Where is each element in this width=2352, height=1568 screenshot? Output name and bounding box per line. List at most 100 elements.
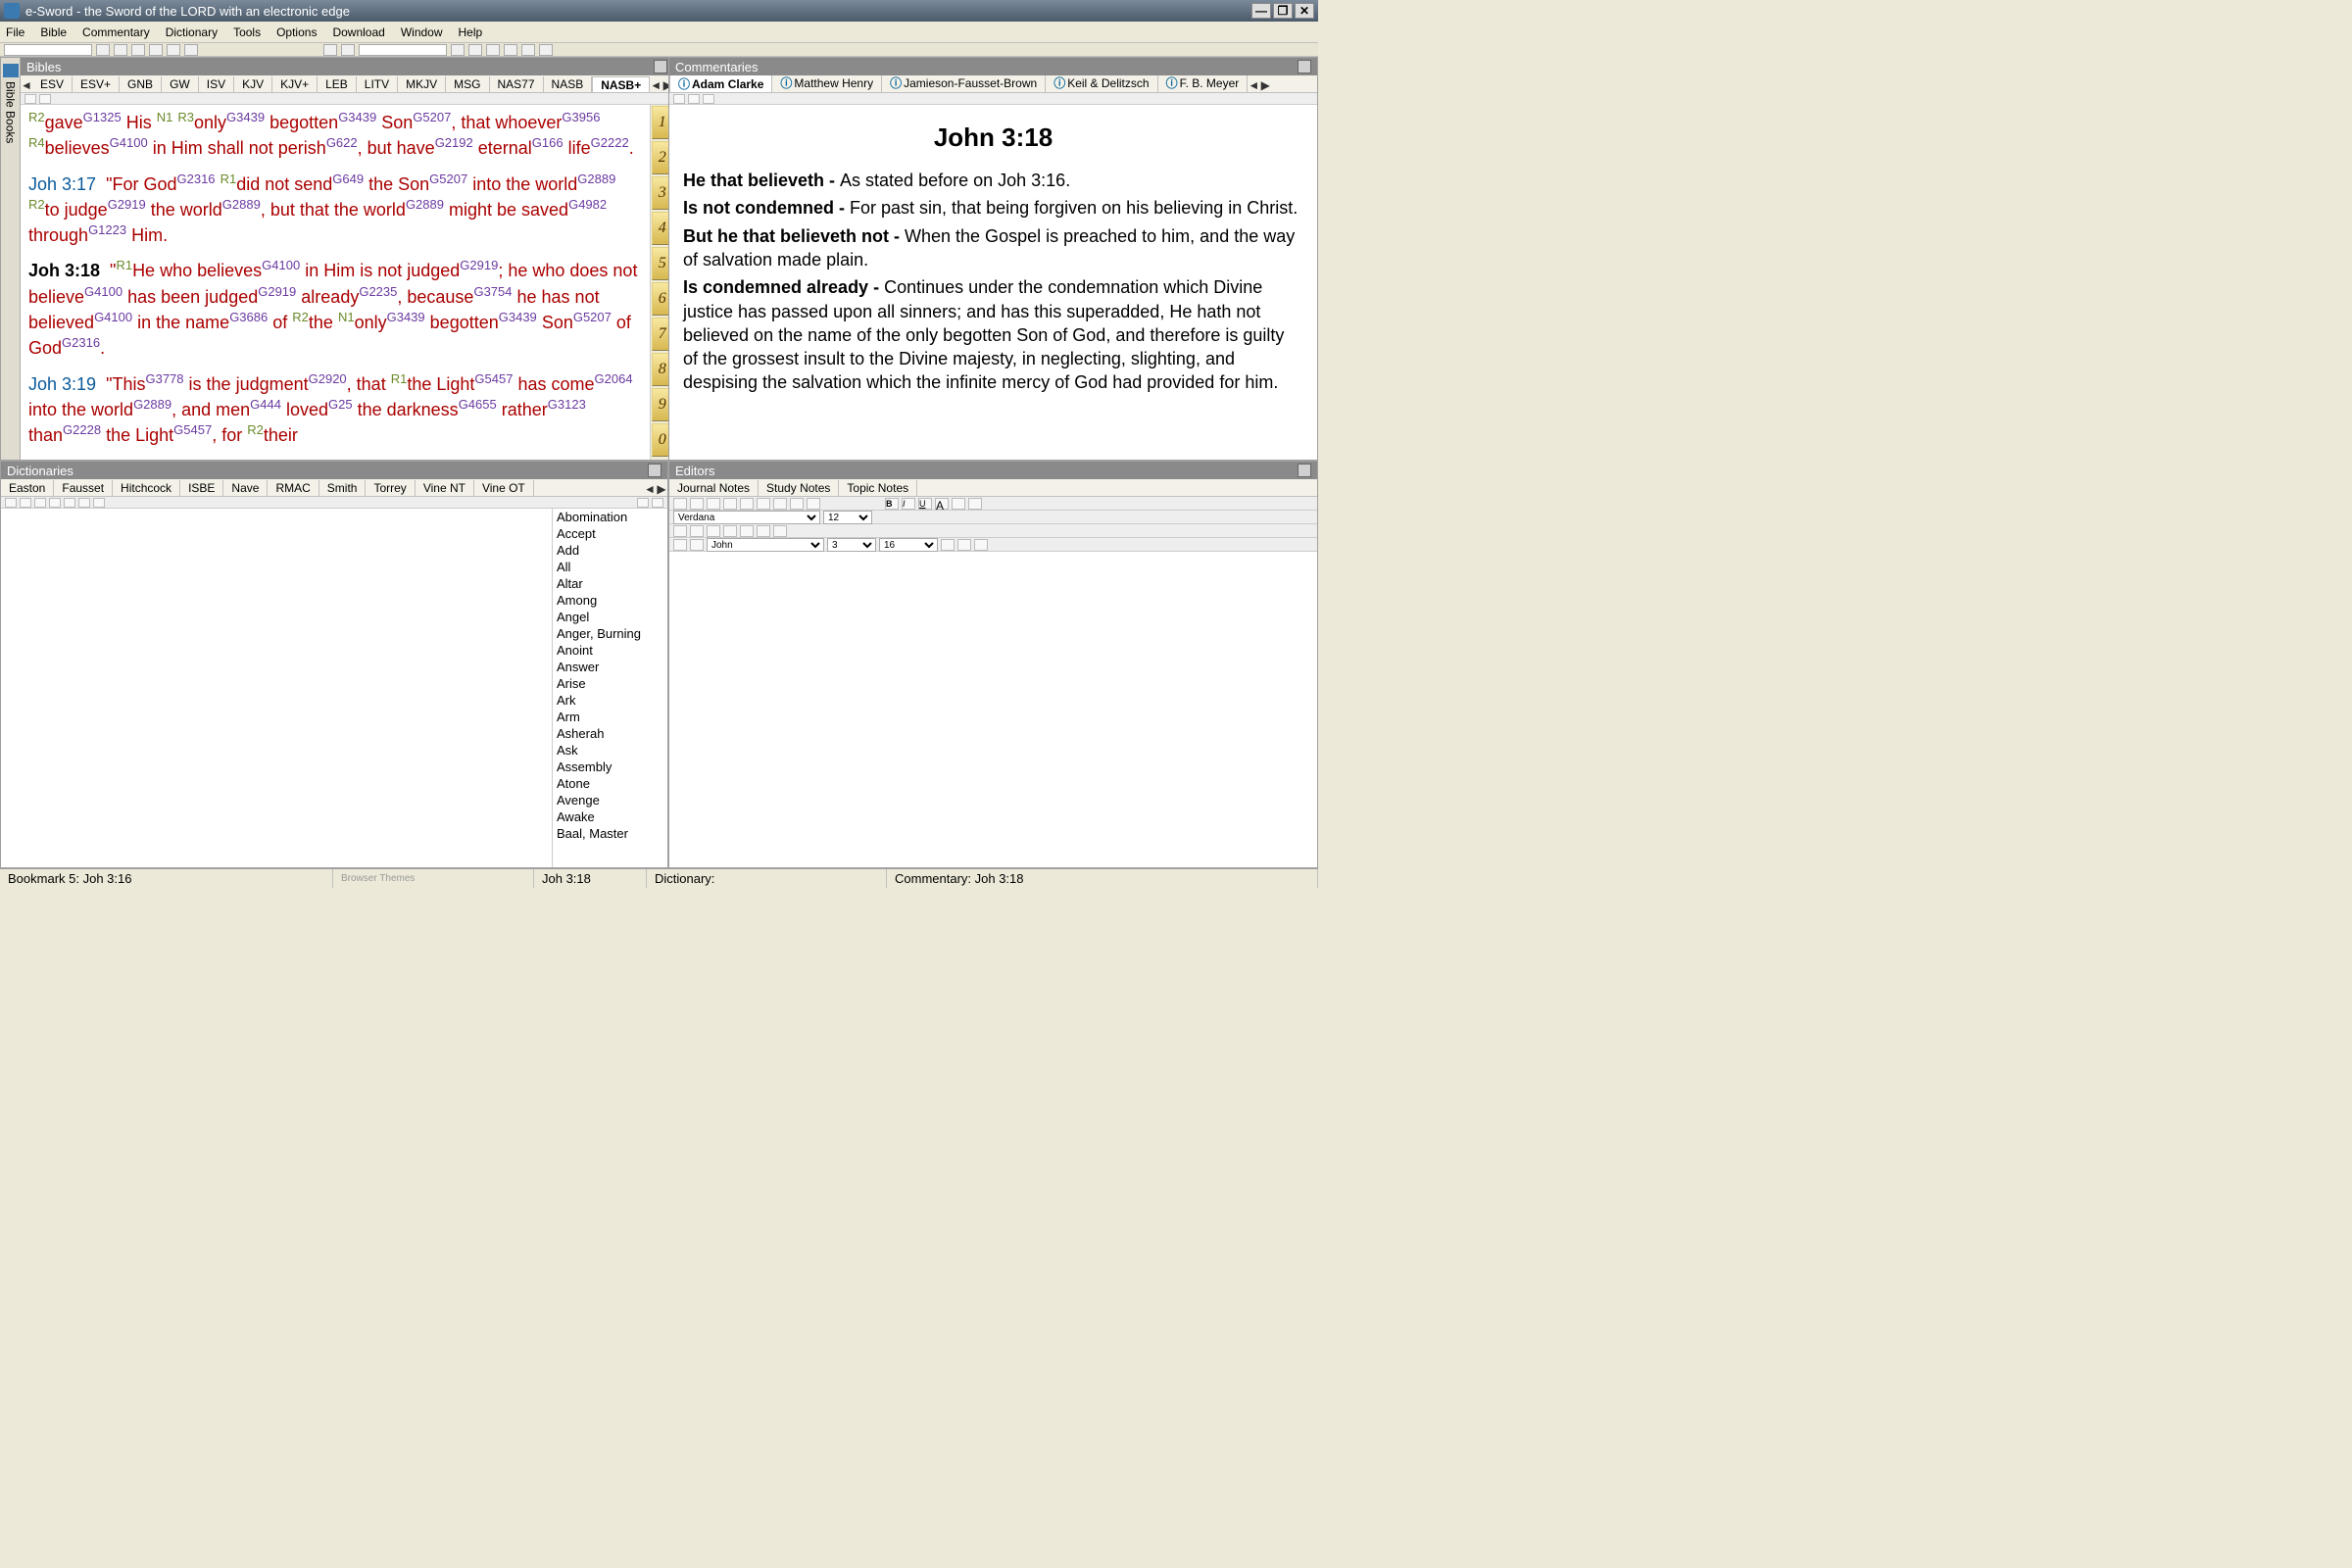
editor-tab[interactable]: Journal Notes xyxy=(669,480,759,496)
dictionary-tab[interactable]: Fausset xyxy=(54,480,113,496)
indent-icon[interactable] xyxy=(773,525,787,537)
tool-icon[interactable] xyxy=(807,498,820,510)
toolbar-reference-combo[interactable] xyxy=(4,44,92,56)
dictionary-tab[interactable]: Vine OT xyxy=(474,480,534,496)
tool-icon[interactable] xyxy=(24,94,36,104)
tool-icon[interactable] xyxy=(723,498,737,510)
pin-icon[interactable] xyxy=(1298,464,1311,477)
search-icon[interactable] xyxy=(957,539,971,551)
tool-icon[interactable] xyxy=(78,498,90,508)
bible-tab-kjv[interactable]: KJV xyxy=(234,76,272,92)
tool-icon[interactable] xyxy=(167,44,180,56)
bible-tab-gw[interactable]: GW xyxy=(162,76,199,92)
underline-icon[interactable]: U xyxy=(918,498,932,510)
tab-scroll-left-icon[interactable]: ◄ xyxy=(644,482,656,496)
tool-icon[interactable] xyxy=(34,498,46,508)
bullets-icon[interactable] xyxy=(723,525,737,537)
dictionary-word-item[interactable]: Among xyxy=(553,592,667,609)
tool-icon[interactable] xyxy=(757,498,770,510)
tool-icon[interactable] xyxy=(341,44,355,56)
commentary-tab[interactable]: ⓘAdam Clarke xyxy=(669,75,772,93)
bible-books-sidetab[interactable]: Bible Books xyxy=(1,58,21,460)
numbering-icon[interactable] xyxy=(740,525,754,537)
dictionary-tab[interactable]: Nave xyxy=(223,480,268,496)
editor-tab[interactable]: Study Notes xyxy=(759,480,839,496)
font-size-select[interactable]: 12 xyxy=(823,511,872,524)
tool-icon[interactable] xyxy=(941,539,955,551)
nav-last-icon[interactable] xyxy=(149,44,163,56)
bible-tab-nasbplus[interactable]: NASB+ xyxy=(592,76,650,93)
bible-tab-kjvplus[interactable]: KJV+ xyxy=(272,76,318,92)
bible-tab-nasb[interactable]: NASB xyxy=(544,76,593,92)
menu-commentary[interactable]: Commentary xyxy=(82,25,150,39)
tool-icon[interactable] xyxy=(521,44,535,56)
dictionary-word-item[interactable]: Abomination xyxy=(553,509,667,525)
commentary-tab[interactable]: ⓘMatthew Henry xyxy=(772,75,882,92)
dictionary-tab[interactable]: Hitchcock xyxy=(113,480,180,496)
dictionary-word-item[interactable]: Avenge xyxy=(553,792,667,808)
tool-icon[interactable] xyxy=(673,498,687,510)
tab-scroll-left-icon[interactable]: ◄ xyxy=(1248,78,1259,92)
tool-icon[interactable] xyxy=(539,44,553,56)
tool-icon[interactable] xyxy=(39,94,51,104)
menu-dictionary[interactable]: Dictionary xyxy=(166,25,218,39)
nav-first-icon[interactable] xyxy=(96,44,110,56)
tool-icon[interactable] xyxy=(703,94,714,104)
dictionary-word-item[interactable]: Arise xyxy=(553,675,667,692)
dictionary-word-item[interactable]: Assembly xyxy=(553,759,667,775)
tool-icon[interactable] xyxy=(673,539,687,551)
tool-icon[interactable] xyxy=(652,498,663,508)
tool-icon[interactable] xyxy=(64,498,75,508)
pin-icon[interactable] xyxy=(654,60,667,74)
editor-textarea[interactable] xyxy=(669,552,1317,867)
tool-icon[interactable] xyxy=(637,498,649,508)
tool-icon[interactable] xyxy=(707,498,720,510)
commentary-text[interactable]: John 3:18 He that believeth - As stated … xyxy=(669,105,1317,409)
tool-icon[interactable] xyxy=(323,44,337,56)
nav-next-icon[interactable] xyxy=(131,44,145,56)
tool-icon[interactable] xyxy=(673,94,685,104)
dictionary-word-item[interactable]: Arm xyxy=(553,709,667,725)
maximize-button[interactable]: ❐ xyxy=(1273,3,1293,19)
tool-icon[interactable] xyxy=(690,498,704,510)
dictionary-tab[interactable]: Vine NT xyxy=(416,480,474,496)
dictionary-word-item[interactable]: Baal, Master xyxy=(553,825,667,842)
tab-scroll-left-icon[interactable]: ◄ xyxy=(650,78,662,92)
chapter-select[interactable]: 3 xyxy=(827,538,876,552)
dictionary-word-item[interactable]: Add xyxy=(553,542,667,559)
menu-help[interactable]: Help xyxy=(459,25,483,39)
font-color-icon[interactable]: A xyxy=(935,498,949,510)
commentary-tab[interactable]: ⓘF. B. Meyer xyxy=(1158,75,1249,92)
nav-prev-icon[interactable] xyxy=(114,44,127,56)
bible-tab-nas77[interactable]: NAS77 xyxy=(490,76,544,92)
menu-file[interactable]: File xyxy=(6,25,24,39)
dictionary-tab[interactable]: Easton xyxy=(1,480,54,496)
tab-scroll-right-icon[interactable]: ▶ xyxy=(1259,78,1271,92)
menu-bible[interactable]: Bible xyxy=(40,25,67,39)
commentary-tab[interactable]: ⓘJamieson-Fausset-Brown xyxy=(882,75,1046,92)
menu-tools[interactable]: Tools xyxy=(233,25,261,39)
toolbar-combo[interactable] xyxy=(359,44,447,56)
dictionary-tab[interactable]: ISBE xyxy=(180,480,223,496)
pin-icon[interactable] xyxy=(648,464,662,477)
tool-icon[interactable] xyxy=(20,498,31,508)
dictionary-word-item[interactable]: Ark xyxy=(553,692,667,709)
bible-tab-gnb[interactable]: GNB xyxy=(120,76,162,92)
dictionary-tab[interactable]: Torrey xyxy=(366,480,415,496)
pin-icon[interactable] xyxy=(1298,60,1311,74)
bible-tab-litv[interactable]: LITV xyxy=(357,76,398,92)
tool-icon[interactable] xyxy=(974,539,988,551)
align-center-icon[interactable] xyxy=(690,525,704,537)
tool-icon[interactable] xyxy=(451,44,465,56)
scripture-text[interactable]: R2gaveG1325 His N1 R3onlyG3439 begottenG… xyxy=(21,105,650,460)
dictionary-word-list[interactable]: AbominationAcceptAddAllAltarAmongAngelAn… xyxy=(552,509,667,867)
tab-scroll-right-icon[interactable]: ▶ xyxy=(656,482,667,496)
tool-icon[interactable] xyxy=(49,498,61,508)
dictionary-tab[interactable]: RMAC xyxy=(268,480,318,496)
tool-icon[interactable] xyxy=(5,498,17,508)
dictionary-word-item[interactable]: Asherah xyxy=(553,725,667,742)
commentary-tab[interactable]: ⓘKeil & Delitzsch xyxy=(1046,75,1157,92)
dictionary-word-item[interactable]: Answer xyxy=(553,659,667,675)
bold-icon[interactable]: B xyxy=(885,498,899,510)
bible-tab-isv[interactable]: ISV xyxy=(199,76,234,92)
